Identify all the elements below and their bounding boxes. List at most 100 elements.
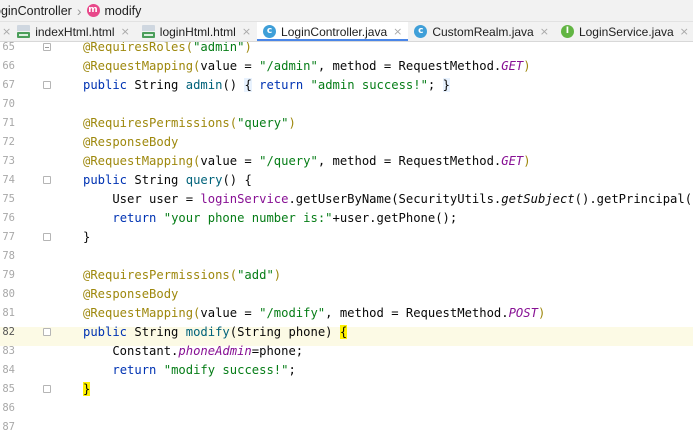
code-line[interactable]: 66 @RequestMapping(value = "/admin", meth… xyxy=(0,57,693,76)
code-text: @ResponseBody xyxy=(83,133,178,152)
code-token: public xyxy=(83,173,135,187)
code-token: "query" xyxy=(237,116,289,130)
fold-marker-icon[interactable] xyxy=(43,176,51,184)
code-line[interactable]: 82 public String modify(String phone) { xyxy=(0,323,693,342)
code-line[interactable]: 67 public String admin() { return "admin … xyxy=(0,76,693,95)
code-line[interactable]: 71 @RequiresPermissions("query") xyxy=(0,114,693,133)
close-icon[interactable]: × xyxy=(242,25,251,38)
code-token: } xyxy=(442,78,450,92)
code-text: public String modify(String phone) { xyxy=(83,323,348,342)
fold-marker-icon[interactable] xyxy=(43,328,51,336)
tab-loginservice[interactable]: I LoginService.java × xyxy=(555,22,693,41)
code-token: GET xyxy=(501,154,524,168)
line-number: 86 xyxy=(2,402,15,414)
code-token: "add" xyxy=(237,268,274,282)
code-token: , method = RequestMethod. xyxy=(325,306,509,320)
code-token: @RequiresPermissions( xyxy=(83,268,238,282)
code-line[interactable]: 80 @ResponseBody xyxy=(0,285,693,304)
fold-marker-icon[interactable] xyxy=(43,43,51,51)
code-text: public String admin() { return "admin su… xyxy=(83,76,450,95)
code-token: ) xyxy=(537,306,546,320)
code-line[interactable]: 85} xyxy=(0,380,693,399)
code-token: @ResponseBody xyxy=(83,135,179,149)
code-line[interactable]: 81 @RequestMapping(value = "/modify", met… xyxy=(0,304,693,323)
line-number: 84 xyxy=(2,364,15,376)
code-token: return xyxy=(112,363,164,377)
code-token: +user.getPhone(); xyxy=(332,211,458,225)
close-icon[interactable]: × xyxy=(680,25,689,38)
close-icon[interactable]: × xyxy=(540,25,549,38)
code-line[interactable]: 87 xyxy=(0,418,693,431)
code-token: value = xyxy=(200,306,260,320)
code-token: () xyxy=(222,78,245,92)
code-token: .getUserByName(SecurityUtils. xyxy=(288,192,502,206)
line-number: 70 xyxy=(2,98,15,110)
fold-marker-icon[interactable] xyxy=(43,233,51,241)
tab-customrealm[interactable]: c CustomRealm.java × xyxy=(408,22,555,41)
code-token: (String phone) xyxy=(229,325,340,339)
code-text: @RequiresPermissions("query") xyxy=(83,114,296,133)
line-number: 72 xyxy=(2,136,15,148)
code-line[interactable]: 74 public String query() { xyxy=(0,171,693,190)
code-line[interactable]: 73 @RequestMapping(value = "/query", meth… xyxy=(0,152,693,171)
code-line[interactable]: 76 return "your phone number is:"+user.g… xyxy=(0,209,693,228)
code-line[interactable]: 77} xyxy=(0,228,693,247)
line-number: 85 xyxy=(2,383,15,395)
line-number: 80 xyxy=(2,288,15,300)
code-editor[interactable]: 65 @RequiresRoles("admin") 66 @RequestMappi… xyxy=(0,42,693,431)
code-token: @RequestMapping( xyxy=(83,306,201,320)
code-token: Constant. xyxy=(83,344,179,358)
line-number: 75 xyxy=(2,193,15,205)
breadcrumb-separator-icon: › xyxy=(76,2,82,19)
close-icon[interactable]: × xyxy=(2,25,11,38)
line-number: 81 xyxy=(2,307,15,319)
code-token: =phone; xyxy=(251,344,304,358)
breadcrumb-class[interactable]: oginController xyxy=(0,4,72,18)
code-line[interactable]: 72 @ResponseBody xyxy=(0,133,693,152)
code-token: , method = RequestMethod. xyxy=(317,59,502,73)
fold-marker-icon[interactable] xyxy=(43,385,51,393)
code-token: ) xyxy=(523,59,531,73)
code-token: User user = xyxy=(83,192,201,206)
tab-prev-close[interactable]: × xyxy=(0,22,11,41)
line-number: 65 xyxy=(2,42,15,53)
code-line[interactable]: 65 @RequiresRoles("admin") xyxy=(0,42,693,57)
code-line[interactable]: 84 return "modify success!"; xyxy=(0,361,693,380)
code-token: "admin" xyxy=(193,42,245,54)
code-line[interactable]: 79 @RequiresPermissions("add") xyxy=(0,266,693,285)
breadcrumb: oginController › m modify xyxy=(0,0,693,22)
editor-tab-bar: × indexHtml.html × loginHtml.html × c Lo… xyxy=(0,22,693,42)
code-line[interactable]: 83 Constant.phoneAdmin=phone; xyxy=(0,342,693,361)
tab-logincontroller[interactable]: c LoginController.java × xyxy=(257,22,409,41)
line-number: 71 xyxy=(2,117,15,129)
code-text: User user = loginService.getUserByName(S… xyxy=(83,190,693,209)
code-token: query xyxy=(185,173,223,187)
code-token: @RequestMapping( xyxy=(83,154,201,168)
code-token: , method = RequestMethod. xyxy=(317,154,502,168)
close-icon[interactable]: × xyxy=(121,25,130,38)
tab-label: CustomRealm.java xyxy=(432,24,534,39)
breadcrumb-method[interactable]: modify xyxy=(105,4,142,18)
code-token: loginService xyxy=(200,192,289,206)
class-icon: c xyxy=(414,25,428,38)
tab-indexhtml[interactable]: indexHtml.html × xyxy=(11,22,136,41)
code-token: ; xyxy=(288,363,296,377)
tab-label: LoginController.java xyxy=(281,24,388,39)
code-token: ) xyxy=(244,42,252,54)
line-number: 77 xyxy=(2,231,15,243)
code-text: public String query() { xyxy=(83,171,252,190)
code-line[interactable]: 86 xyxy=(0,399,693,418)
code-line[interactable]: 75 User user = loginService.getUserByNam… xyxy=(0,190,693,209)
line-number: 76 xyxy=(2,212,15,224)
code-line[interactable]: 78 xyxy=(0,247,693,266)
line-number: 67 xyxy=(2,79,15,91)
code-token: @RequestMapping( xyxy=(83,59,201,73)
fold-marker-icon[interactable] xyxy=(43,81,51,89)
close-icon[interactable]: × xyxy=(393,25,402,38)
code-token: "your phone number is:" xyxy=(163,211,333,225)
code-line[interactable]: 70 xyxy=(0,95,693,114)
tab-loginhtml[interactable]: loginHtml.html × xyxy=(136,22,257,41)
code-text: return "modify success!"; xyxy=(83,361,296,380)
code-token: } xyxy=(83,382,91,396)
